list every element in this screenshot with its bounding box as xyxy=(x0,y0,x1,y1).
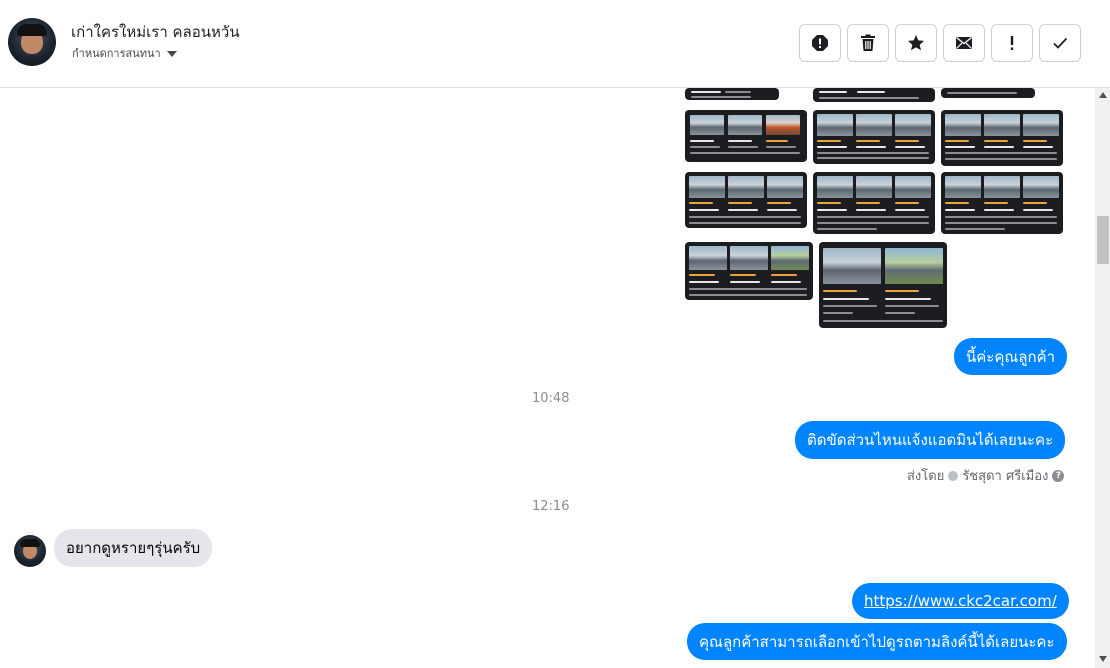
help-icon[interactable]: ? xyxy=(1052,469,1065,482)
mark-unread-button[interactable] xyxy=(943,24,985,62)
done-button[interactable] xyxy=(1039,24,1081,62)
spam-button[interactable] xyxy=(799,24,841,62)
star-icon xyxy=(908,35,924,51)
listing-image[interactable] xyxy=(813,110,935,164)
scrollbar-thumb[interactable] xyxy=(1097,216,1109,264)
listing-image[interactable] xyxy=(685,172,807,228)
assign-conversation-label: กำหนดการสนทนา xyxy=(72,47,161,60)
check-icon xyxy=(1053,37,1068,49)
timestamp: 12:16 xyxy=(532,499,570,514)
listing-image[interactable] xyxy=(685,242,813,300)
incoming-message[interactable]: อยากดูหรายๆรุ่นครับ xyxy=(54,529,213,567)
trash-icon xyxy=(861,34,875,51)
contact-avatar[interactable] xyxy=(8,18,56,66)
scroll-up-arrow-icon[interactable] xyxy=(1099,92,1107,98)
star-button[interactable] xyxy=(895,24,937,62)
contact-name[interactable]: เก่าใครใหม่เรา คลอนหวัน xyxy=(71,20,240,44)
listing-image[interactable] xyxy=(941,88,1035,98)
sent-by-label: ส่งโดย รัชสุดา ศรีเมือง ? xyxy=(907,465,1065,486)
scroll-down-arrow-icon[interactable] xyxy=(1099,656,1107,662)
listing-image[interactable] xyxy=(685,88,779,100)
follow-up-button[interactable] xyxy=(991,24,1033,62)
outgoing-message[interactable]: นี้ค่ะคุณลูกค้า xyxy=(954,338,1068,375)
scrollbar[interactable] xyxy=(1095,88,1110,668)
assign-conversation-dropdown[interactable]: กำหนดการสนทนา xyxy=(72,44,177,62)
listing-image[interactable] xyxy=(685,110,807,162)
exclamation-icon xyxy=(1010,36,1014,50)
check-circle-icon xyxy=(948,470,959,481)
listing-image[interactable] xyxy=(941,110,1063,166)
outgoing-link-message[interactable]: https://www.ckc2car.com/ xyxy=(852,583,1069,619)
caret-down-icon xyxy=(166,50,177,57)
timestamp: 10:48 xyxy=(532,391,570,406)
listing-image[interactable] xyxy=(813,172,935,234)
alert-circle-icon xyxy=(812,35,828,51)
outgoing-message[interactable]: คุณลูกค้าสามารถเลือกเข้าไปดูรถตามลิงค์นี… xyxy=(687,623,1067,660)
listing-image[interactable] xyxy=(941,172,1063,234)
envelope-icon xyxy=(956,36,972,49)
outgoing-message[interactable]: ติดขัดส่วนไหนแจ้งแอดมินได้เลยนะคะ xyxy=(795,421,1066,459)
listing-image[interactable] xyxy=(819,242,947,328)
contact-avatar-small[interactable] xyxy=(14,535,46,567)
delete-button[interactable] xyxy=(847,24,889,62)
sent-by-prefix: ส่งโดย xyxy=(907,469,945,484)
conversation-header: เก่าใครใหม่เรา คลอนหวัน กำหนดการสนทนา xyxy=(0,0,1110,88)
listing-image[interactable] xyxy=(813,88,935,102)
sent-by-name[interactable]: รัชสุดา ศรีเมือง xyxy=(962,465,1048,486)
